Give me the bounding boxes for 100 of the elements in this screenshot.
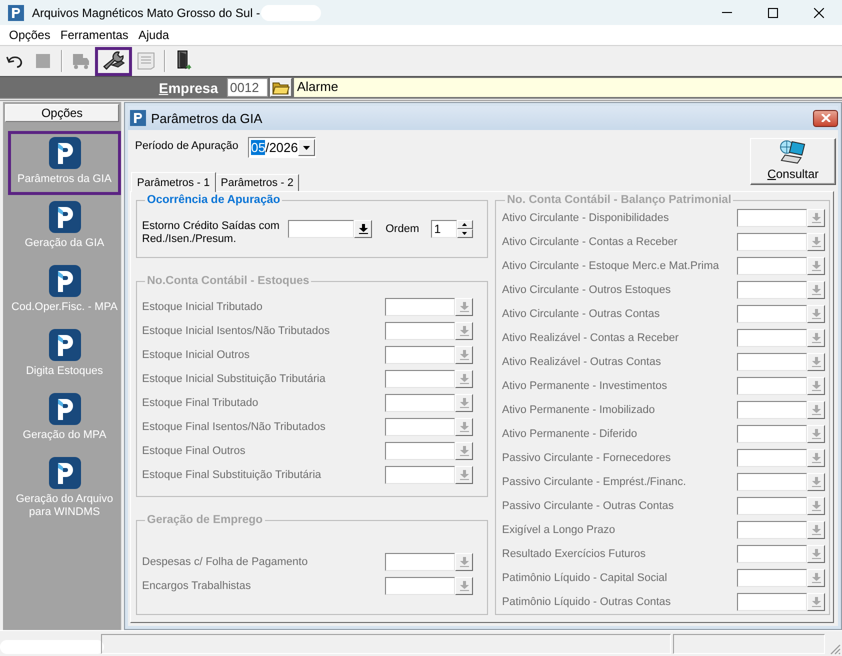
dropdown-button[interactable] bbox=[298, 139, 315, 156]
field-label: Ativo Realizável - Outras Contas bbox=[502, 356, 662, 368]
field-label: Estorno Crédito Saídas com Red./Isen./Presum. bbox=[142, 220, 281, 246]
dialog-title: Parâmetros da GIA bbox=[151, 110, 262, 126]
field-label: Ativo Permanente - Imobilizado bbox=[502, 404, 656, 416]
field-label: Estoque Inicial Substituição Tributária bbox=[142, 373, 326, 385]
close-button[interactable] bbox=[813, 110, 838, 126]
field-label: Estoque Final Isentos/Não Tributados bbox=[142, 421, 326, 433]
app-logo-icon bbox=[8, 4, 24, 20]
logo-icon bbox=[48, 329, 80, 361]
logo-icon bbox=[48, 137, 80, 169]
company-label: Empresa bbox=[158, 80, 218, 96]
field-label: Estoque Inicial Tributado bbox=[142, 301, 264, 313]
down-arrow-icon bbox=[358, 224, 368, 234]
sidebar-header: Opções bbox=[5, 104, 119, 122]
down-arrow-icon bbox=[812, 237, 820, 247]
field-label: Despesas c/ Folha de Pagamento bbox=[142, 556, 309, 568]
field-label: Estoque Final Substituição Tributária bbox=[142, 469, 322, 481]
logo-icon bbox=[48, 265, 80, 297]
down-arrow-icon bbox=[812, 381, 820, 391]
field-label: Ativo Permanente - Diferido bbox=[502, 428, 638, 440]
group-title: No.Conta Contábil - Estoques bbox=[146, 275, 310, 287]
number-field[interactable]: 1 bbox=[431, 220, 457, 238]
door-icon bbox=[175, 50, 193, 72]
down-arrow-icon bbox=[460, 350, 468, 360]
field-label: Estoque Final Outros bbox=[142, 445, 246, 457]
field-label: Passivo Circulante - Outras Contas bbox=[502, 500, 675, 512]
square-icon bbox=[36, 54, 50, 68]
field-label: Ativo Permanente - Investimentos bbox=[502, 380, 668, 392]
field-label: Ordem bbox=[385, 223, 420, 235]
minimize-icon bbox=[722, 12, 732, 13]
dropdown-button[interactable] bbox=[354, 220, 372, 238]
group-title: Ocorrência de Apuração bbox=[146, 194, 282, 206]
down-arrow-icon bbox=[812, 573, 820, 583]
spin-up-button[interactable] bbox=[456, 220, 473, 229]
field-label: Estoque Inicial Isentos/Não Tributados bbox=[142, 325, 331, 337]
down-arrow-icon bbox=[812, 285, 820, 295]
down-arrow-icon bbox=[812, 453, 820, 463]
logo-icon bbox=[48, 201, 80, 233]
truck-icon bbox=[72, 52, 90, 70]
field-label: Patimônio Líquido - Capital Social bbox=[502, 572, 668, 584]
down-arrow-icon bbox=[460, 326, 468, 336]
down-arrow-icon bbox=[812, 501, 820, 511]
down-arrow-icon bbox=[460, 302, 468, 312]
close-icon bbox=[814, 8, 824, 18]
field-label: Encargos Trabalhistas bbox=[142, 580, 252, 592]
down-arrow-icon bbox=[812, 357, 820, 367]
field-label: Exigível a Longo Prazo bbox=[502, 524, 616, 536]
group-title: No. Conta Contábil - Balanço Patrimonial bbox=[506, 194, 732, 206]
maximize-icon bbox=[768, 8, 778, 18]
down-arrow-icon bbox=[812, 597, 820, 607]
folder-icon bbox=[272, 80, 290, 94]
logo-icon bbox=[48, 457, 80, 489]
down-arrow-icon bbox=[812, 333, 820, 343]
down-arrow-icon bbox=[812, 405, 820, 415]
consult-button[interactable]: Consultar bbox=[750, 138, 836, 185]
tools-button[interactable] bbox=[95, 46, 132, 76]
down-arrow-icon bbox=[812, 309, 820, 319]
field-label: Ativo Circulante - Estoque Merc.e Mat.Prima bbox=[502, 260, 720, 272]
field-label: Ativo Circulante - Disponibilidades bbox=[502, 212, 670, 224]
down-arrow-icon bbox=[812, 477, 820, 487]
down-arrow-icon bbox=[460, 581, 468, 591]
input-field[interactable] bbox=[288, 220, 354, 238]
spin-down-button[interactable] bbox=[456, 229, 473, 238]
field-label: Ativo Circulante - Outras Contas bbox=[502, 308, 661, 320]
down-arrow-icon bbox=[812, 549, 820, 559]
resize-grip-icon bbox=[830, 644, 841, 655]
document-icon bbox=[136, 52, 156, 70]
field-label: Ativo Circulante - Contas a Receber bbox=[502, 236, 678, 248]
up-arrow-icon bbox=[462, 223, 468, 226]
company-name-field[interactable]: Alarme bbox=[294, 78, 842, 97]
down-arrow-icon bbox=[460, 557, 468, 567]
field-label: Patimônio Líquido - Outras Contas bbox=[502, 596, 672, 608]
down-arrow-icon bbox=[460, 422, 468, 432]
menu-item[interactable]: Opções bbox=[4, 28, 56, 42]
menu-item[interactable]: Ferramentas bbox=[55, 28, 134, 42]
down-arrow-icon bbox=[460, 446, 468, 456]
folder-button[interactable] bbox=[270, 78, 292, 97]
down-arrow-icon bbox=[812, 213, 820, 223]
down-arrow-icon bbox=[462, 232, 468, 235]
down-arrow-icon bbox=[460, 470, 468, 480]
field-label: Passivo Circulante - Fornecedores bbox=[502, 452, 672, 464]
company-code-field[interactable]: 0012 bbox=[227, 78, 268, 97]
tab[interactable]: Parâmetros - 2 bbox=[216, 174, 298, 191]
period-dropdown[interactable]: 05/2026 bbox=[248, 137, 316, 158]
field-label: Ativo Realizável - Contas a Receber bbox=[502, 332, 680, 344]
down-arrow-icon bbox=[812, 429, 820, 439]
tab[interactable]: Parâmetros - 1 bbox=[131, 172, 216, 192]
down-arrow-icon bbox=[460, 398, 468, 408]
field-label: Estoque Inicial Outros bbox=[142, 349, 251, 361]
period-label: Período de Apuração bbox=[135, 140, 240, 152]
menu-item[interactable]: Ajuda bbox=[133, 28, 174, 42]
wrench-icon bbox=[102, 51, 126, 71]
app-logo-icon bbox=[130, 110, 146, 126]
field-label: Resultado Exercícios Futuros bbox=[502, 548, 647, 560]
down-arrow-icon bbox=[812, 261, 820, 271]
field-label: Passivo Circulante - Emprést./Financ. bbox=[502, 476, 688, 488]
field-label: Estoque Final Tributado bbox=[142, 397, 260, 409]
group-title: Geração de Emprego bbox=[146, 514, 264, 526]
field-label: Ativo Circulante - Outros Estoques bbox=[502, 284, 672, 296]
